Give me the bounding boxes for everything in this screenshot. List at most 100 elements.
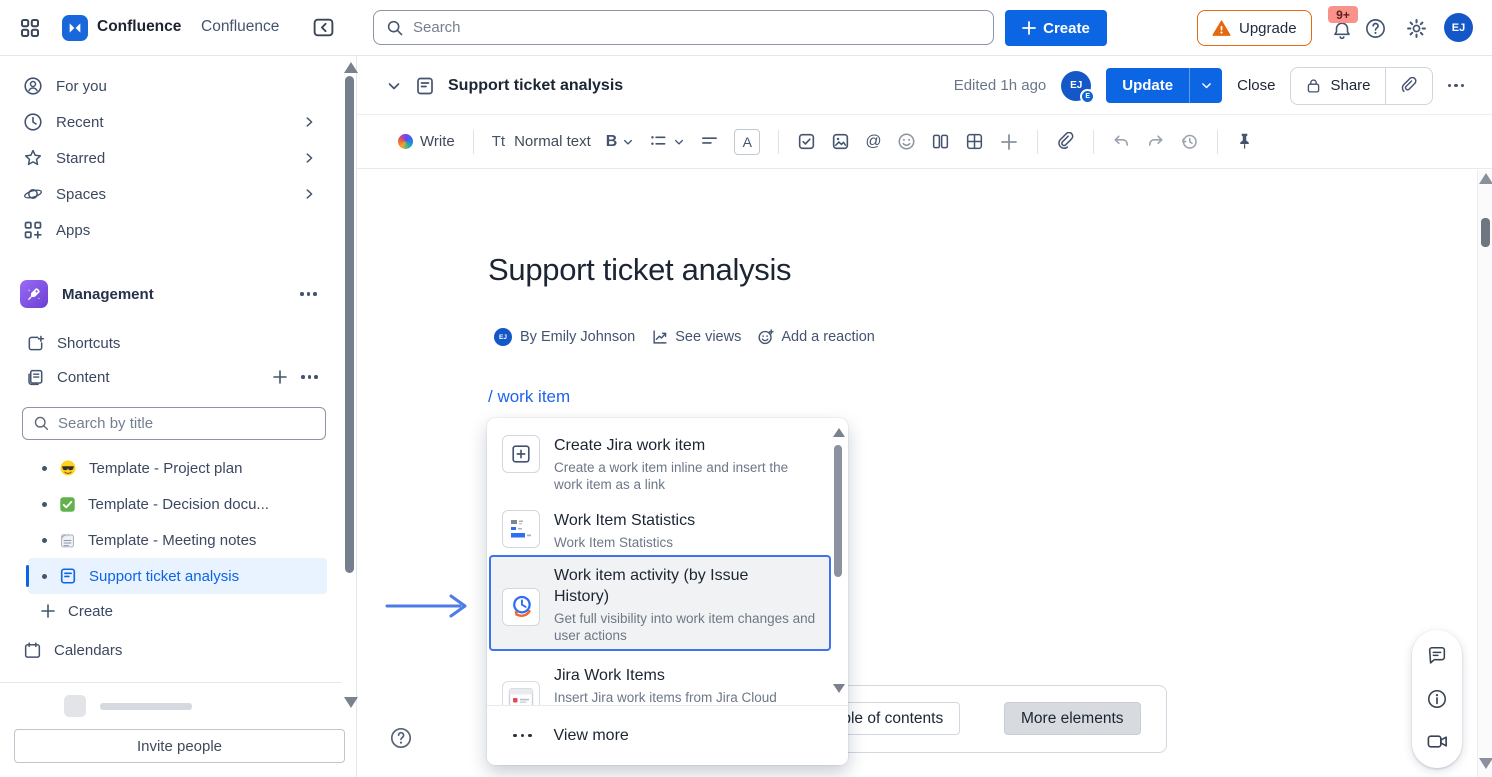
drag-indicator <box>26 565 29 587</box>
update-button[interactable]: Update <box>1106 68 1189 103</box>
comments-icon[interactable] <box>1426 645 1448 667</box>
create-button[interactable]: Create <box>1005 10 1107 46</box>
dropdown-scroll-up[interactable] <box>833 428 845 437</box>
ellipsis-icon <box>513 734 532 738</box>
dropdown-scroll-down[interactable] <box>833 684 845 693</box>
sidebar-scroll-down[interactable] <box>344 697 358 708</box>
page-tree-item-selected[interactable]: Support ticket analysis <box>28 558 327 594</box>
sidebar-item-spaces[interactable]: Spaces <box>0 176 341 212</box>
sidebar-item-starred[interactable]: Starred <box>0 140 341 176</box>
share-button[interactable]: Share <box>1291 68 1384 104</box>
author-avatar[interactable]: EJ <box>494 328 512 346</box>
option-description: Insert Jira work items from Jira Cloud <box>554 689 826 706</box>
tree-create-button[interactable]: Create <box>0 594 341 628</box>
content-search-input[interactable] <box>58 415 315 432</box>
list-button[interactable] <box>649 132 685 151</box>
collapse-sidebar-icon[interactable] <box>312 16 335 39</box>
app-name: Confluence <box>97 18 181 36</box>
editor-help-icon[interactable] <box>389 726 413 750</box>
update-button-group: Update <box>1106 68 1222 103</box>
page-title: Template - Project plan <box>89 460 242 477</box>
dropdown-item-work-item-activity-highlighted[interactable]: Work item activity (by Issue History) Ge… <box>502 565 820 644</box>
upgrade-button[interactable]: Upgrade <box>1197 10 1312 46</box>
chevron-down-icon[interactable] <box>386 78 402 94</box>
table-button[interactable] <box>965 132 984 151</box>
collaborator-avatars[interactable]: EJ E <box>1061 71 1091 101</box>
chevron-right-icon[interactable] <box>302 115 316 129</box>
main-scrollbar-thumb[interactable] <box>1481 218 1490 247</box>
content-search[interactable] <box>22 407 326 440</box>
invite-people-button[interactable]: Invite people <box>14 729 345 763</box>
app-switcher-icon[interactable] <box>20 18 40 38</box>
align-button[interactable] <box>700 132 719 151</box>
info-icon[interactable] <box>1426 688 1448 710</box>
slash-command-dropdown: Create Jira work item Create a work item… <box>487 418 848 765</box>
add-reaction-button[interactable]: Add a reaction <box>757 328 875 346</box>
view-more-button[interactable]: View more <box>487 705 848 765</box>
settings-gear-icon[interactable] <box>1405 17 1428 40</box>
chevron-right-icon[interactable] <box>302 151 316 165</box>
user-avatar[interactable]: EJ <box>1444 13 1473 42</box>
sidebar-item-content[interactable]: Content <box>0 360 341 394</box>
global-search[interactable] <box>373 10 994 45</box>
undo-button[interactable] <box>1112 132 1131 151</box>
add-content-icon[interactable] <box>272 369 288 385</box>
document-title[interactable]: Support ticket analysis <box>488 252 791 288</box>
action-item-button[interactable] <box>797 132 816 151</box>
mention-button[interactable]: @ <box>865 133 881 151</box>
sidebar-scroll-up[interactable] <box>344 62 358 73</box>
space-more-icon[interactable] <box>300 292 317 296</box>
issue-history-clock-icon <box>502 588 540 626</box>
text-style-selector[interactable]: Tt Normal text <box>492 133 591 150</box>
notifications-bell-icon[interactable] <box>1331 20 1353 42</box>
slash-command-text[interactable]: / work item <box>488 387 570 407</box>
chevron-right-icon[interactable] <box>302 187 316 201</box>
sidebar-item-recent[interactable]: Recent <box>0 104 341 140</box>
copy-link-button[interactable] <box>1385 68 1432 104</box>
sidebar-item-calendars[interactable]: Calendars <box>0 632 341 668</box>
dropdown-scrollbar-thumb[interactable] <box>834 445 842 577</box>
confluence-logo-icon[interactable] <box>62 15 88 41</box>
calendar-icon <box>23 641 42 660</box>
close-button[interactable]: Close <box>1237 77 1275 94</box>
video-camera-icon[interactable] <box>1426 730 1449 753</box>
page-tree-item[interactable]: Template - Decision docu... <box>28 486 327 522</box>
see-views-button[interactable]: See views <box>651 328 741 346</box>
byline-author[interactable]: By Emily Johnson <box>520 329 635 345</box>
page-tree-item[interactable]: Template - Meeting notes <box>28 522 327 558</box>
sidebar-label: Spaces <box>56 186 106 203</box>
search-input[interactable] <box>413 19 981 36</box>
main-scrollbar[interactable] <box>1477 170 1492 777</box>
write-label: Write <box>420 133 455 150</box>
main-scroll-down[interactable] <box>1479 758 1492 769</box>
history-button[interactable] <box>1180 132 1199 151</box>
text-color-button[interactable]: A <box>734 129 760 155</box>
sidebar-item-for-you[interactable]: For you <box>0 68 341 104</box>
pin-toolbar-icon[interactable] <box>1236 132 1253 151</box>
dropdown-item-work-item-statistics[interactable]: Work Item Statistics Work Item Statistic… <box>502 510 826 551</box>
sidebar-item-apps[interactable]: Apps <box>0 212 341 248</box>
bold-button[interactable]: B <box>606 133 635 151</box>
link-button[interactable] <box>1056 132 1075 151</box>
edited-timestamp[interactable]: Edited 1h ago <box>954 77 1047 94</box>
page-more-icon[interactable] <box>1448 84 1465 88</box>
update-dropdown-button[interactable] <box>1189 68 1222 103</box>
insert-plus-button[interactable] <box>999 132 1019 152</box>
layouts-button[interactable] <box>931 132 950 151</box>
space-header-management[interactable]: Management <box>0 276 341 312</box>
content-more-icon[interactable] <box>301 375 318 379</box>
help-icon[interactable] <box>1364 17 1387 40</box>
image-button[interactable] <box>831 132 850 151</box>
dropdown-item-create-jira-work-item[interactable]: Create Jira work item Create a work item… <box>502 435 826 493</box>
more-elements-button[interactable]: More elements <box>1004 702 1141 735</box>
floating-tools-pill <box>1412 630 1462 768</box>
ai-write-button[interactable]: Write <box>398 133 455 150</box>
emoji-button[interactable] <box>897 132 916 151</box>
sidebar-item-shortcuts[interactable]: Shortcuts <box>0 326 341 360</box>
page-header: Support ticket analysis Edited 1h ago EJ… <box>357 56 1492 115</box>
redo-button[interactable] <box>1146 132 1165 151</box>
sidebar-scrollbar-thumb[interactable] <box>345 76 354 573</box>
main-scroll-up[interactable] <box>1479 173 1492 184</box>
bullet <box>42 538 47 543</box>
page-tree-item[interactable]: Template - Project plan <box>28 450 327 486</box>
